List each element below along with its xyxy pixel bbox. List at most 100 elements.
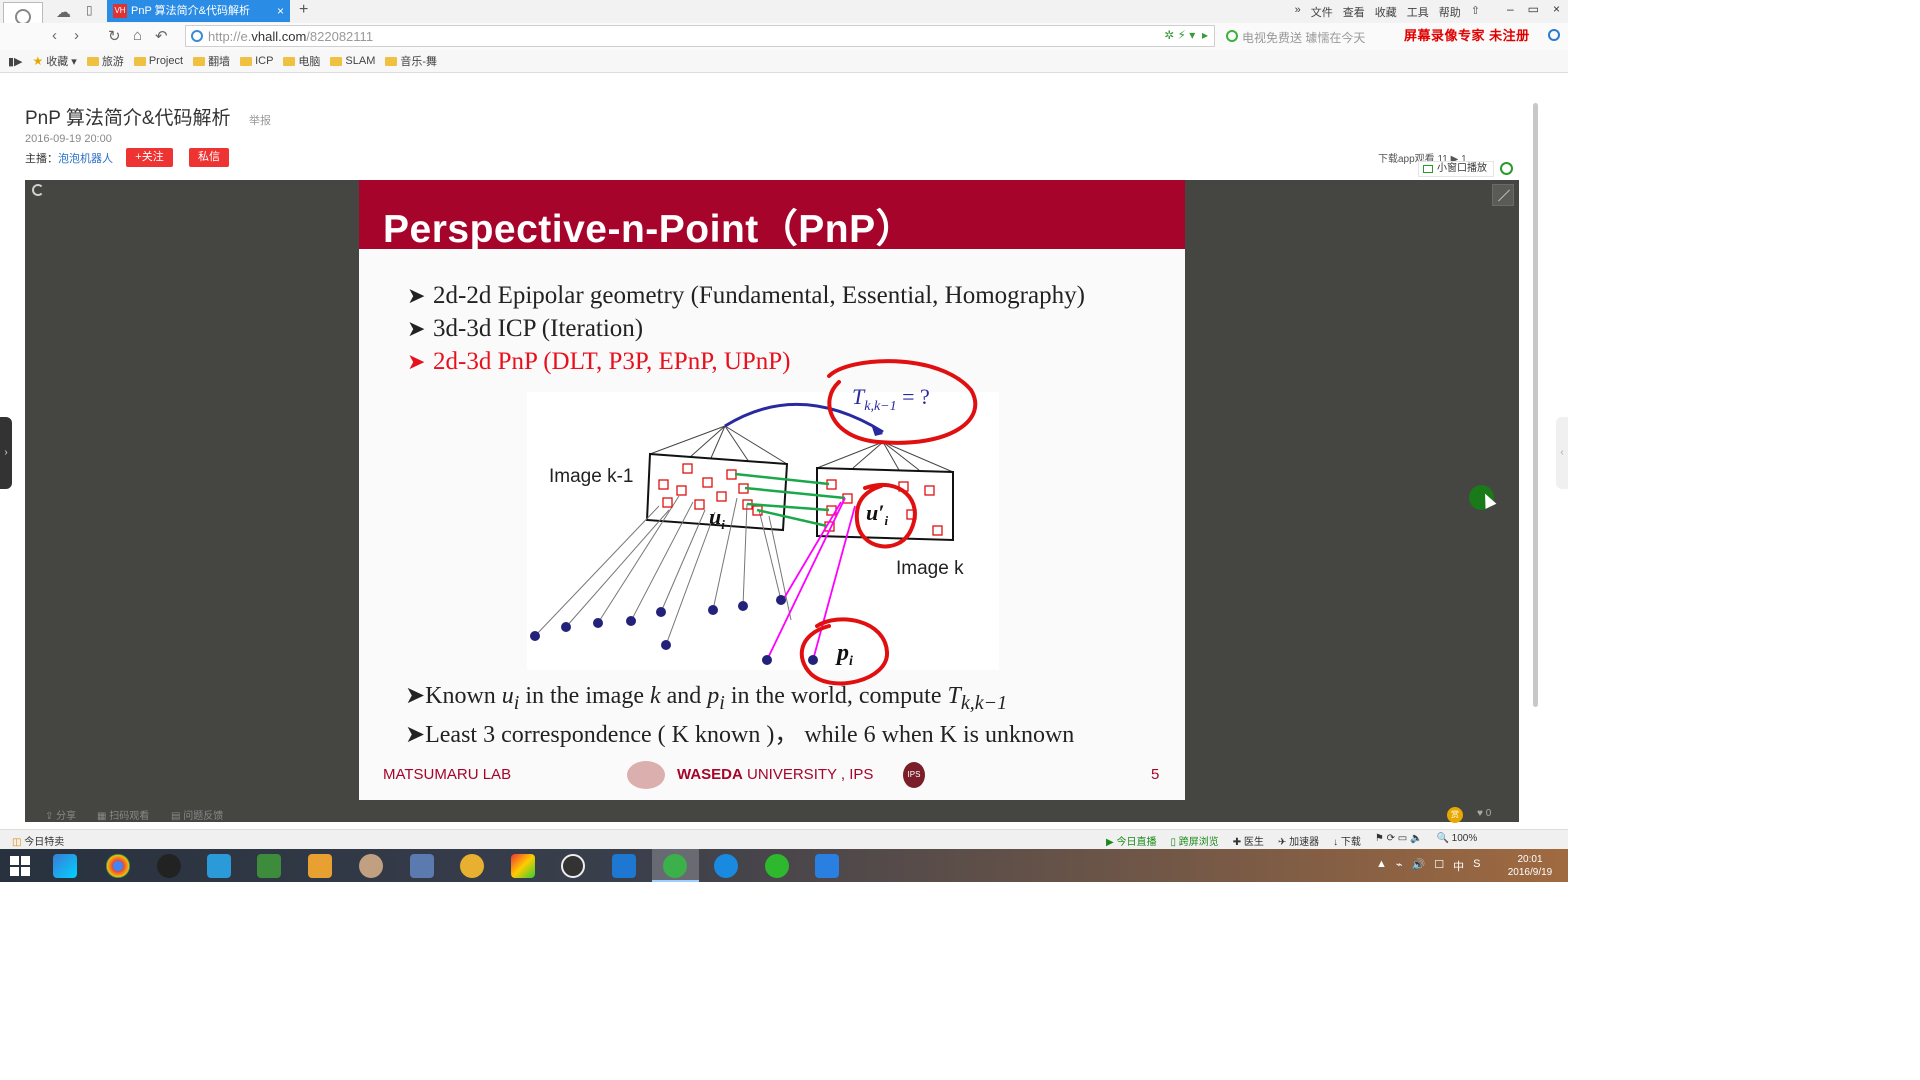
package-icon[interactable] — [308, 854, 332, 878]
bag-icon: ◫ — [12, 837, 22, 848]
like-counter[interactable]: ♥ 0 — [1477, 808, 1491, 819]
bookmark-computer[interactable]: 电脑 — [283, 53, 320, 69]
recorder-icon[interactable] — [561, 854, 585, 878]
notes-icon[interactable] — [815, 854, 839, 878]
cloud-icon[interactable]: ☁ — [56, 3, 71, 21]
minimize-button[interactable]: ‒ — [1507, 2, 1514, 16]
folder-icon — [133, 56, 146, 66]
home-icon[interactable]: ⌂ — [133, 27, 142, 44]
bookmark-favorites[interactable]: ★ 收藏 ▾ — [33, 53, 77, 69]
cloud-app-icon[interactable] — [714, 854, 738, 878]
report-link[interactable]: 举报 — [249, 112, 271, 128]
tab-close-icon[interactable]: × — [277, 0, 284, 22]
menu-file[interactable]: 文件 — [1311, 4, 1333, 20]
back-icon[interactable]: ‹ — [52, 27, 57, 44]
volume-icon[interactable]: 🔊 — [1412, 858, 1426, 874]
menu-tools[interactable]: 工具 — [1407, 4, 1429, 20]
clock-date: 2016/9/19 — [1507, 867, 1553, 878]
page-title: PnP 算法简介&代码解析 — [25, 108, 231, 129]
accelerator-button[interactable]: ✈ 加速器 — [1278, 833, 1319, 848]
host-info: 主播：泡泡机器人 — [25, 153, 113, 165]
tray-expand-icon[interactable]: ▲ — [1376, 858, 1387, 874]
fullscreen-icon[interactable] — [1492, 184, 1514, 206]
share-button[interactable]: ⇪ 分享 — [45, 807, 76, 822]
download-button[interactable]: ↓ 下载 — [1333, 833, 1361, 848]
chrome-icon[interactable] — [106, 854, 130, 878]
address-bar-row: ‹ › ↻ ⌂ ↶ http://e.vhall.com/822082111 ✲… — [0, 23, 1568, 50]
private-message-button[interactable]: 私信 — [189, 148, 229, 167]
bookmark-slam[interactable]: SLAM — [330, 55, 375, 67]
tool-icon[interactable] — [511, 854, 535, 878]
input-method-icon[interactable]: 中 — [1453, 858, 1464, 874]
menu-view[interactable]: 查看 — [1343, 4, 1365, 20]
doctor-button[interactable]: ✚ 医生 — [1233, 833, 1264, 848]
window-controls: ‒ ▭ × — [1507, 2, 1560, 16]
folder-icon — [385, 56, 398, 66]
pin-icon[interactable]: ⇧ — [1471, 4, 1480, 20]
taskbar-active-app[interactable] — [652, 849, 699, 882]
media-icon[interactable] — [460, 854, 484, 878]
daily-deals-link[interactable]: ◫ 今日特卖 — [12, 833, 64, 848]
browser-status-bar: ◫ 今日特卖 ▶ 今日直播 ▯ 跨屏浏览 ✚ 医生 ✈ 加速器 ↓ 下载 ⚑ ⟳… — [0, 829, 1568, 849]
new-tab-button[interactable]: + — [299, 1, 308, 19]
sidebar-toggle-icon[interactable]: ▮▶ — [8, 55, 23, 68]
calculator-icon[interactable] — [410, 854, 434, 878]
network-icon[interactable] — [207, 854, 231, 878]
globe-icon — [191, 30, 203, 42]
star-icon: ★ — [32, 54, 44, 68]
bookmark-icp[interactable]: ICP — [240, 55, 273, 67]
url-text: http://e.vhall.com/822082111 — [208, 29, 374, 44]
sogou-icon[interactable]: S — [1473, 858, 1480, 874]
mini-window-button[interactable]: 小窗口播放 — [1418, 161, 1494, 177]
left-panel-toggle[interactable]: › — [0, 417, 12, 489]
live-today-button[interactable]: ▶ 今日直播 — [1106, 833, 1156, 848]
trash-icon[interactable]: ▯ — [86, 3, 93, 17]
slide-footer-lab: MATSUMARU LAB — [383, 766, 512, 783]
files-icon[interactable] — [612, 854, 636, 878]
wechat-icon[interactable] — [765, 854, 789, 878]
search-icon[interactable] — [1548, 29, 1560, 41]
menu-favorites[interactable]: 收藏 — [1375, 4, 1397, 20]
search-input[interactable]: 电视免费送 璩懦在今天 — [1222, 25, 1398, 47]
bookmark-travel[interactable]: 旅游 — [86, 53, 124, 69]
refresh-icon[interactable] — [32, 184, 44, 196]
right-panel-toggle[interactable]: ‹ — [1556, 417, 1568, 489]
waseda-seal-icon — [627, 761, 665, 789]
tab-current[interactable]: VH PnP 算法简介&代码解析 × — [107, 0, 290, 22]
undo-icon[interactable]: ↶ — [155, 27, 168, 45]
tab-title: PnP 算法简介&代码解析 — [131, 5, 250, 17]
forward-icon[interactable]: › — [74, 27, 79, 44]
paint-icon[interactable] — [359, 854, 383, 878]
battery-icon[interactable]: ☐ — [1434, 858, 1444, 874]
windows-start-icon[interactable] — [10, 856, 30, 876]
gear-icon[interactable] — [1500, 162, 1513, 175]
close-window-button[interactable]: × — [1553, 2, 1560, 16]
network-tray-icon[interactable]: ⌁ — [1396, 858, 1403, 874]
ips-logo-icon: IPS — [903, 762, 925, 788]
reward-icon[interactable]: 赏 — [1447, 807, 1463, 823]
url-input[interactable]: http://e.vhall.com/822082111 ✲ ⚡ ▾ ▸ — [185, 25, 1215, 47]
cross-screen-button[interactable]: ▯ 跨屏浏览 — [1170, 833, 1218, 848]
qq-icon[interactable] — [157, 854, 181, 878]
menu-more[interactable]: » — [1295, 4, 1301, 20]
follow-button[interactable]: +关注 — [126, 148, 173, 167]
bookmark-project[interactable]: Project — [133, 55, 183, 67]
top-menu: » 文件 查看 收藏 工具 帮助 ⇧ — [1295, 4, 1480, 20]
scan-qr-button[interactable]: ▦ 扫码观看 — [97, 807, 149, 822]
label-image-k: Image k — [896, 558, 964, 579]
maximize-button[interactable]: ▭ — [1528, 2, 1539, 16]
chart-app-icon[interactable] — [257, 854, 281, 878]
reload-icon[interactable]: ↻ — [108, 27, 121, 45]
page-scrollbar[interactable] — [1533, 103, 1538, 707]
video-player[interactable]: Perspective-n-Point（PnP） ➤ 2d-2d Epipolar… — [25, 180, 1519, 823]
host-name-link[interactable]: 泡泡机器人 — [58, 153, 113, 165]
zoom-level[interactable]: 🔍 100% — [1436, 833, 1477, 848]
speed-icon[interactable]: ✲ ⚡ ▾ ▸ — [1164, 28, 1208, 42]
bookmark-music[interactable]: 音乐-舞 — [385, 53, 437, 69]
extra-tools-icons[interactable]: ⚑ ⟳ ▭ 🔈 — [1375, 833, 1423, 848]
app-icon[interactable] — [53, 854, 77, 878]
bookmark-vpn[interactable]: 翻墙 — [193, 53, 230, 69]
menu-help[interactable]: 帮助 — [1439, 4, 1461, 20]
system-clock[interactable]: 20:01 2016/9/19 — [1500, 853, 1560, 879]
feedback-button[interactable]: ▤ 问题反馈 — [171, 807, 223, 822]
